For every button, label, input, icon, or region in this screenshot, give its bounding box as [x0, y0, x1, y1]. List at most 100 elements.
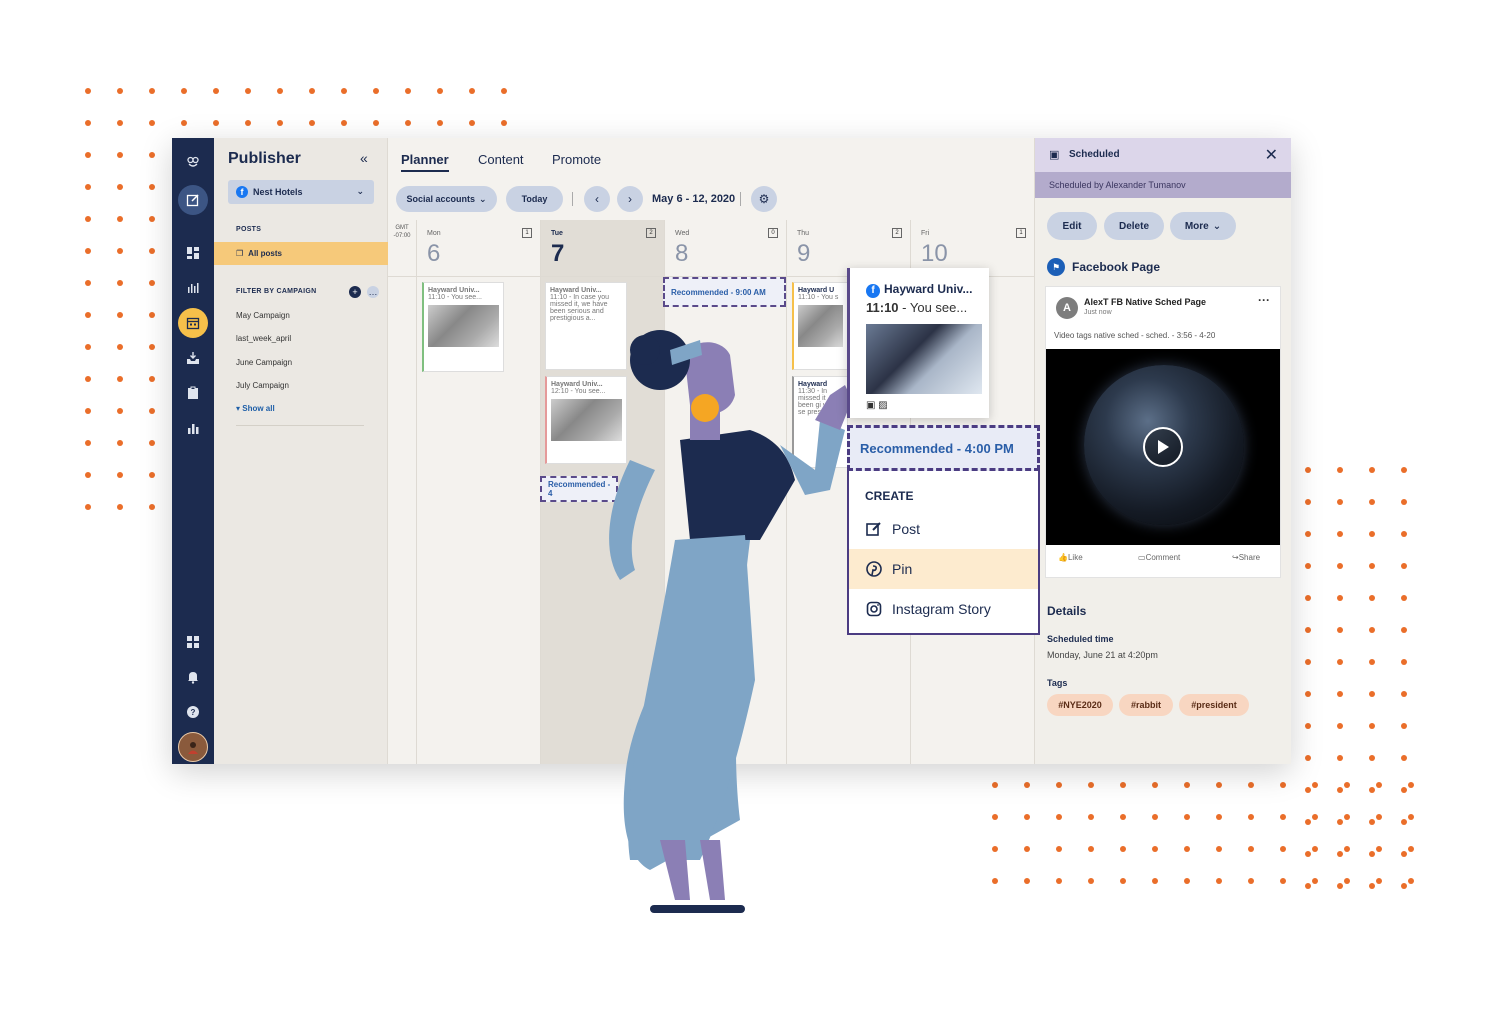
compose-icon[interactable] — [178, 185, 208, 215]
create-pin-item[interactable]: Pin — [849, 549, 1038, 589]
tag-chip[interactable]: #president — [1179, 694, 1249, 716]
decorative-dot — [1152, 782, 1158, 788]
show-all-label: Show all — [242, 404, 275, 413]
post-author: AlexT FB Native Sched Page — [1084, 297, 1207, 307]
decorative-dot — [149, 440, 155, 446]
settings-gear-icon[interactable]: ⚙ — [751, 186, 777, 212]
publisher-sidebar: Publisher « f Nest Hotels ⌄ POSTS ❐ All … — [214, 138, 388, 764]
decorative-dot — [181, 88, 187, 94]
day-name: Tue — [551, 230, 563, 237]
today-button[interactable]: Today — [506, 186, 563, 212]
decorative-dot — [1369, 627, 1375, 633]
decorative-dot — [1305, 755, 1311, 761]
day-post-count: 2 — [892, 228, 902, 238]
campaign-more-icon[interactable]: … — [367, 286, 379, 298]
tag-chip[interactable]: #NYE2020 — [1047, 694, 1113, 716]
more-options-icon[interactable]: ··· — [1258, 293, 1270, 307]
close-icon[interactable]: ✕ — [1265, 145, 1278, 165]
decorative-dot — [992, 814, 998, 820]
play-icon[interactable] — [1143, 427, 1183, 467]
decorative-dot — [1369, 883, 1375, 889]
decorative-dot — [1248, 814, 1254, 820]
delete-button[interactable]: Delete — [1104, 212, 1164, 240]
post-details-panel: ▣ Scheduled ✕ Scheduled by Alexander Tum… — [1034, 138, 1291, 764]
decorative-dot — [1344, 878, 1350, 884]
collapse-sidebar-icon[interactable]: « — [360, 150, 368, 166]
edit-button[interactable]: Edit — [1047, 212, 1097, 240]
owl-logo-icon[interactable] — [178, 146, 208, 176]
decorative-dot — [1401, 499, 1407, 505]
decorative-dot — [373, 120, 379, 126]
campaign-item[interactable]: July Campaign — [236, 381, 289, 390]
more-button[interactable]: More ⌄ — [1170, 212, 1236, 240]
decorative-dot — [117, 184, 123, 190]
decorative-dot — [1337, 883, 1343, 889]
social-accounts-button[interactable]: Social accounts ⌄ — [396, 186, 497, 212]
network-name: Facebook Page — [1072, 260, 1161, 274]
create-instagram-story-item[interactable]: Instagram Story — [849, 589, 1038, 629]
tab-content[interactable]: Content — [478, 152, 524, 167]
share-button[interactable]: ↪ Share — [1232, 553, 1260, 562]
account-selector[interactable]: f Nest Hotels ⌄ — [228, 180, 374, 204]
next-week-button[interactable]: › — [617, 186, 643, 212]
tab-planner[interactable]: Planner — [401, 152, 449, 172]
post-card[interactable]: Hayward Univ... 11:10 - You see... — [422, 282, 504, 372]
decorative-dot — [1376, 814, 1382, 820]
bell-icon[interactable] — [178, 662, 208, 692]
decorative-dot — [149, 280, 155, 286]
decorative-dot — [1088, 878, 1094, 884]
decorative-dot — [469, 120, 475, 126]
decorative-dot — [1408, 878, 1414, 884]
decorative-dot — [1305, 723, 1311, 729]
bar-chart-icon[interactable] — [178, 413, 208, 443]
comment-button[interactable]: ▭ Comment — [1138, 553, 1180, 562]
decorative-dot — [992, 782, 998, 788]
calendar-icon: ▣ — [1049, 149, 1060, 161]
decorative-dot — [1312, 814, 1318, 820]
recommended-time-slot-highlight[interactable]: Recommended - 4:00 PM — [847, 425, 1040, 471]
add-campaign-icon[interactable]: + — [349, 286, 361, 298]
apps-icon[interactable] — [178, 627, 208, 657]
popover-image — [866, 324, 982, 394]
tab-promote[interactable]: Promote — [552, 152, 601, 167]
posts-section-label: POSTS — [236, 226, 262, 233]
decorative-dot — [1305, 787, 1311, 793]
avatar[interactable] — [178, 732, 208, 762]
decorative-dot — [85, 408, 91, 414]
calendar-icon[interactable] — [178, 308, 208, 338]
sidebar-item-all-posts[interactable]: ❐ All posts — [214, 242, 388, 265]
tag-chip[interactable]: #rabbit — [1119, 694, 1173, 716]
inbox-icon[interactable] — [178, 343, 208, 373]
decorative-dot — [277, 120, 283, 126]
like-button[interactable]: 👍 Like — [1058, 553, 1083, 562]
marketing-illustration: ? Publisher « f Nest Hotels ⌄ POSTS ❐ Al… — [0, 0, 1487, 1021]
decorative-dot — [85, 376, 91, 382]
facebook-icon: f — [866, 284, 880, 298]
decorative-dot — [149, 504, 155, 510]
video-player[interactable] — [1046, 349, 1280, 545]
analytics-icon[interactable] — [178, 273, 208, 303]
show-all-link[interactable]: ▾ Show all — [236, 404, 275, 413]
decorative-dot — [1088, 814, 1094, 820]
clipboard-icon[interactable] — [178, 378, 208, 408]
previous-week-button[interactable]: ‹ — [584, 186, 610, 212]
decorative-dot — [469, 88, 475, 94]
campaign-item[interactable]: last_week_april — [236, 334, 291, 343]
campaign-item[interactable]: May Campaign — [236, 311, 290, 320]
popover-body: - You see... — [898, 300, 968, 315]
filter-by-campaign-label: FILTER BY CAMPAIGN — [236, 288, 317, 295]
date-range: May 6 - 12, 2020 — [652, 193, 736, 205]
decorative-dot — [1401, 595, 1407, 601]
decorative-dot — [117, 504, 123, 510]
decorative-dot — [181, 120, 187, 126]
left-nav-rail: ? — [172, 138, 214, 764]
dashboard-icon[interactable] — [178, 238, 208, 268]
decorative-dot — [85, 440, 91, 446]
recommended-time-slot[interactable]: Recommended - 9:00 AM — [663, 277, 786, 307]
create-post-item[interactable]: Post — [849, 509, 1038, 549]
post-popover-card[interactable]: f Hayward Univ... 11:10 - You see... ▣ ▨ — [847, 268, 989, 418]
decorative-dot — [1401, 563, 1407, 569]
help-icon[interactable]: ? — [178, 697, 208, 727]
campaign-item[interactable]: June Campaign — [236, 358, 292, 367]
chevron-down-icon: ⌄ — [1212, 220, 1222, 232]
